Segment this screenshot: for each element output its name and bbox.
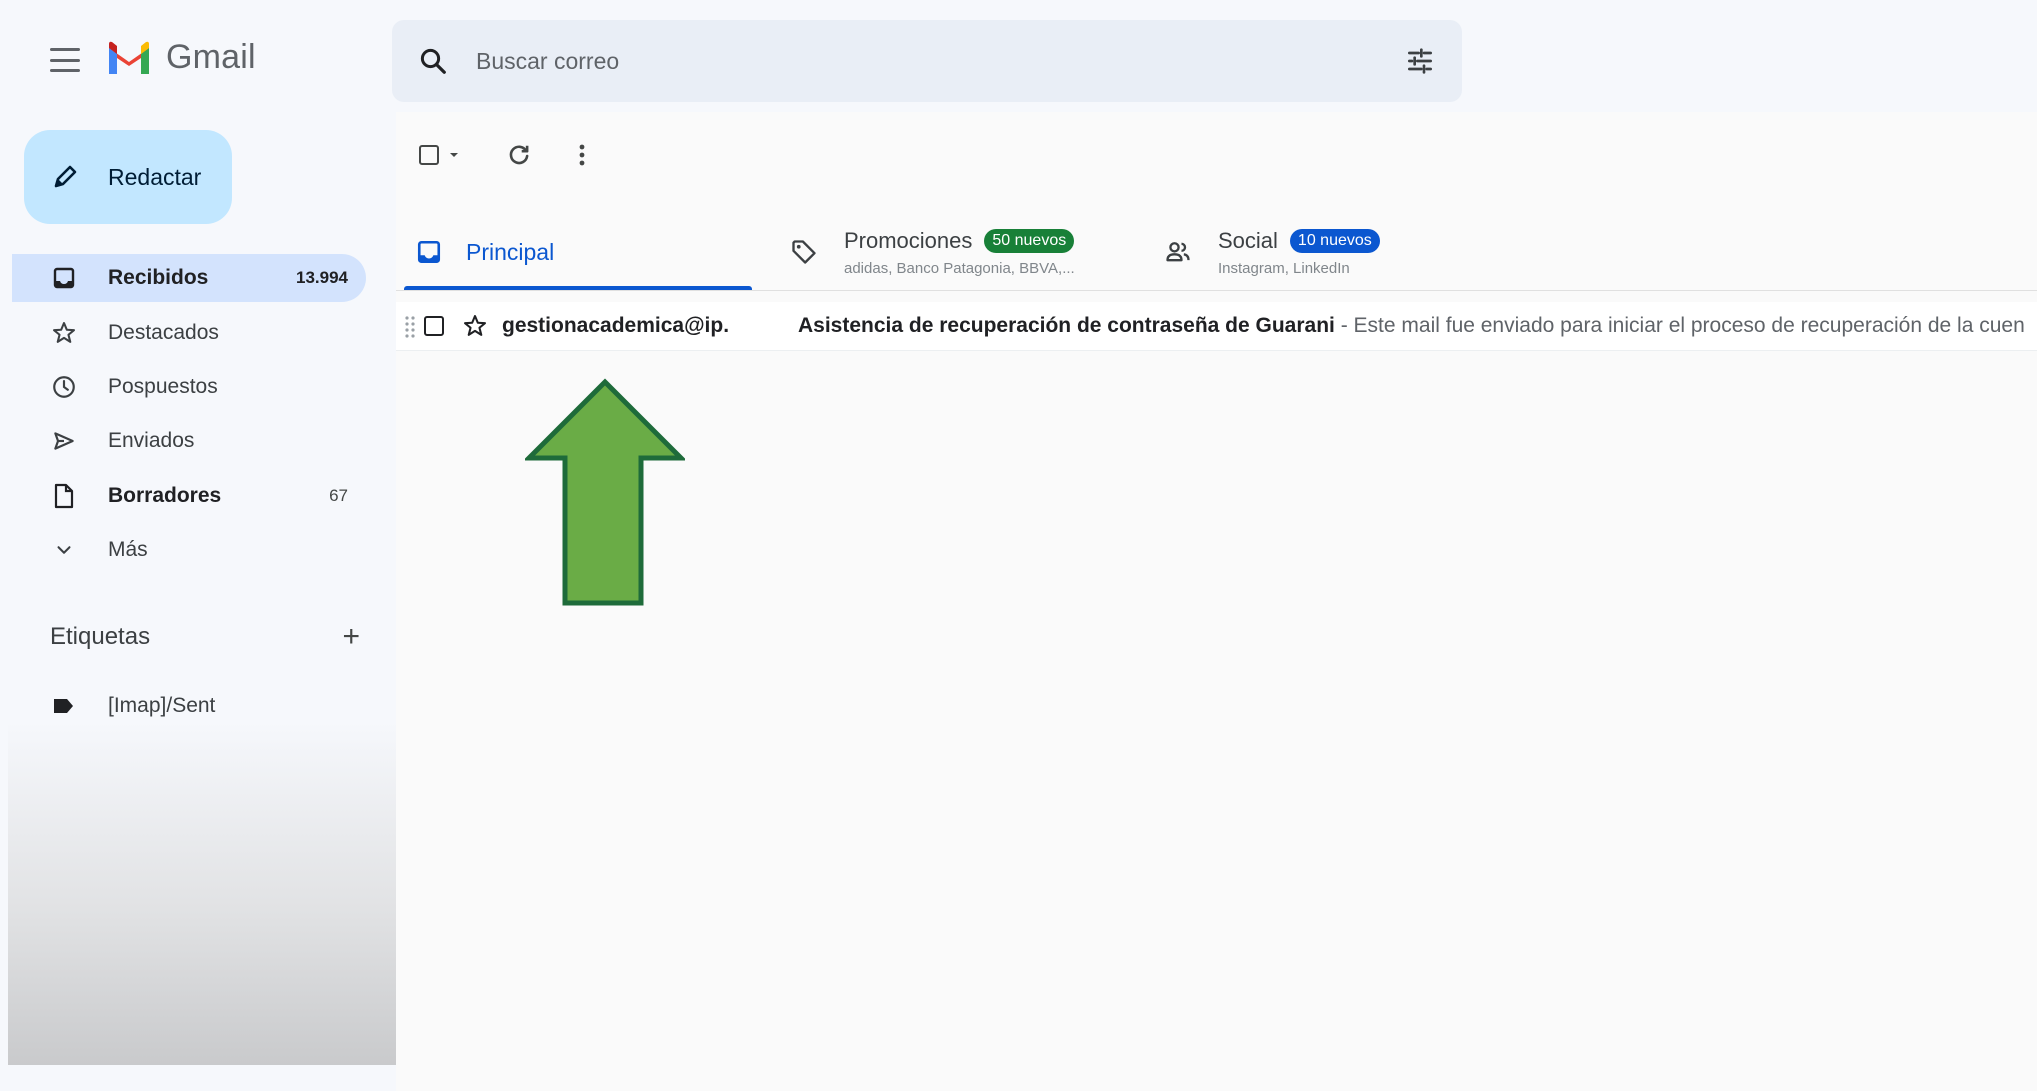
more-options-icon[interactable] — [572, 140, 592, 170]
label-icon — [50, 692, 78, 720]
gmail-m-icon — [109, 41, 149, 74]
search-bar[interactable] — [392, 20, 1462, 102]
drag-handle-icon[interactable] — [404, 314, 418, 338]
new-count-badge: 50 nuevos — [984, 228, 1075, 253]
sidebar-item-sent[interactable]: Enviados — [12, 417, 366, 465]
sidebar-label-imap-sent[interactable]: [Imap]/Sent — [12, 682, 366, 730]
compose-label: Redactar — [108, 163, 202, 190]
sidebar-item-drafts[interactable]: Borradores 67 — [12, 472, 366, 520]
email-snippet: - Este mail fue enviado para iniciar el … — [1334, 314, 2025, 337]
tab-principal[interactable]: Principal — [404, 212, 752, 292]
email-sender: gestionacademica@ip. — [502, 314, 730, 337]
tab-subtitle: adidas, Banco Patagonia, BBVA,... — [844, 259, 1075, 277]
new-count-badge: 10 nuevos — [1289, 228, 1380, 253]
people-icon — [1166, 242, 1190, 262]
up-arrow-annotation — [525, 378, 685, 606]
hamburger-icon[interactable] — [50, 48, 80, 72]
labels-section-header: Etiquetas + — [50, 622, 360, 652]
draft-icon — [50, 482, 78, 510]
sidebar-item-starred[interactable]: Destacados — [12, 309, 366, 357]
sidebar-item-label: Destacados — [108, 321, 219, 344]
tab-social[interactable]: Social 10 nuevos Instagram, LinkedIn — [1164, 212, 1504, 292]
select-all-checkbox[interactable] — [416, 142, 442, 168]
tab-label: Principal — [466, 238, 555, 265]
sidebar-item-label: Enviados — [108, 429, 195, 452]
inbox-icon — [50, 264, 78, 292]
gmail-logo[interactable]: Gmail — [106, 38, 256, 77]
send-icon — [50, 427, 78, 455]
add-label-button[interactable]: + — [342, 622, 360, 652]
search-icon[interactable] — [418, 46, 448, 76]
star-icon — [50, 319, 78, 347]
email-checkbox[interactable] — [422, 314, 446, 338]
chevron-down-icon — [50, 536, 78, 564]
sidebar-item-inbox[interactable]: Recibidos 13.994 — [12, 254, 366, 302]
draft-count: 67 — [329, 486, 348, 505]
sidebar-item-label: Borradores — [108, 484, 222, 507]
sidebar-background — [8, 720, 396, 1065]
tag-icon — [792, 240, 816, 264]
tune-icon[interactable] — [1404, 45, 1436, 77]
compose-button[interactable]: Redactar — [24, 130, 232, 224]
unread-count: 13.994 — [296, 268, 348, 287]
email-subject: Asistencia de recuperación de contraseña… — [798, 314, 1335, 337]
tab-promociones[interactable]: Promociones 50 nuevos adidas, Banco Pata… — [790, 212, 1160, 292]
inbox-icon — [417, 240, 441, 264]
sidebar-item-label: Pospuestos — [108, 375, 218, 398]
refresh-icon[interactable] — [504, 140, 534, 170]
email-row[interactable]: gestionacademica@ip. Asistencia de recup… — [396, 302, 2037, 350]
sidebar-item-label: Recibidos — [108, 266, 209, 289]
sidebar-item-snoozed[interactable]: Pospuestos — [12, 363, 366, 411]
select-dropdown-icon[interactable] — [444, 142, 464, 168]
clock-icon — [50, 373, 78, 401]
search-input[interactable] — [474, 46, 1404, 76]
sidebar-item-label: Más — [108, 538, 148, 561]
sidebar-item-label: [Imap]/Sent — [108, 694, 216, 717]
tab-label: Social — [1218, 227, 1278, 253]
labels-title: Etiquetas — [50, 623, 151, 650]
tab-label: Promociones — [844, 227, 973, 253]
tab-subtitle: Instagram, LinkedIn — [1218, 259, 1350, 277]
tabs-divider — [396, 290, 2037, 291]
email-summary: Asistencia de recuperación de contraseña… — [798, 314, 2037, 338]
gmail-wordmark: Gmail — [166, 38, 256, 76]
pencil-icon — [54, 165, 77, 188]
sidebar-item-more[interactable]: Más — [12, 526, 366, 574]
mail-toolbar — [416, 140, 592, 170]
star-icon[interactable] — [462, 313, 488, 339]
